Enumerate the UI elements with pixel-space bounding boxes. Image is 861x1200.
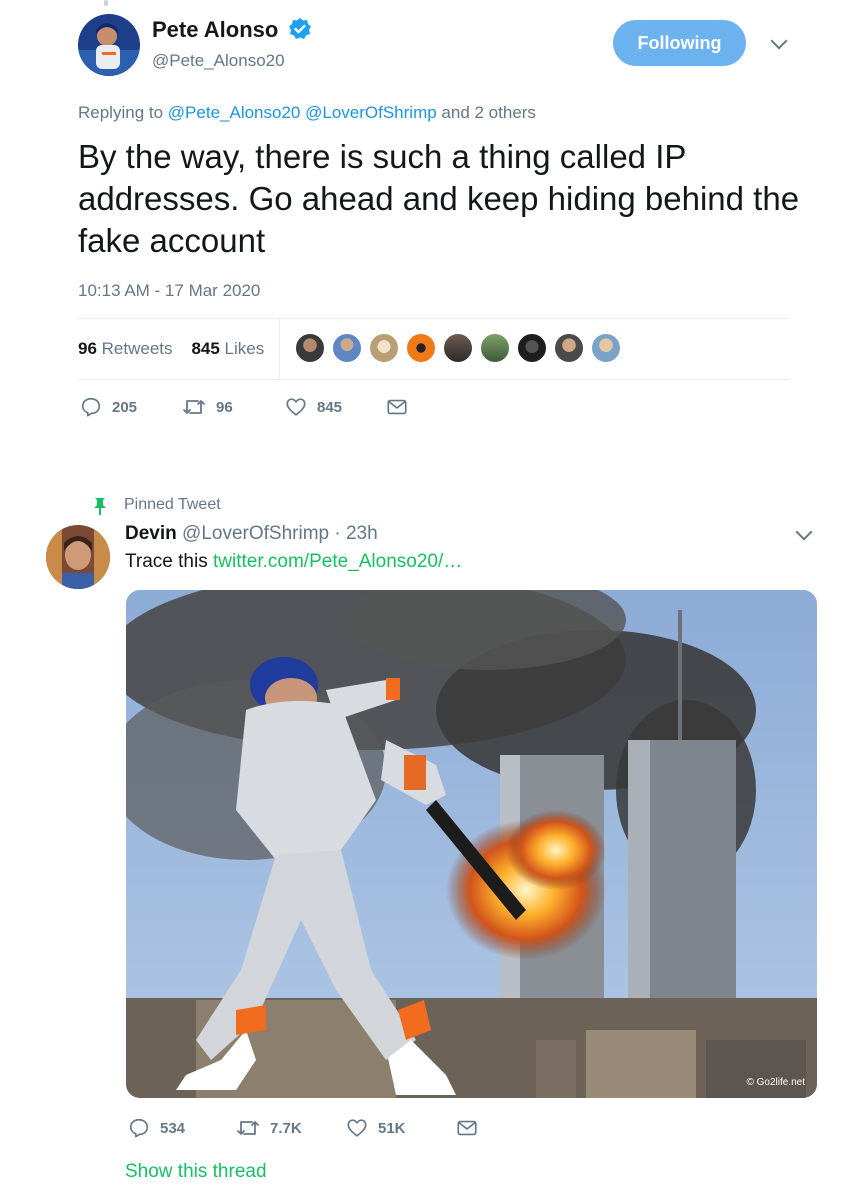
- pin-icon: [91, 496, 109, 521]
- retweet-action[interactable]: 7.7K: [236, 1117, 302, 1139]
- reply-mention-link[interactable]: @Pete_Alonso20: [168, 103, 301, 122]
- chevron-down-icon[interactable]: [770, 32, 788, 50]
- replying-to-label: Replying to: [78, 103, 164, 122]
- tweet-photo[interactable]: © Go2life.net: [126, 590, 817, 1098]
- reply-action[interactable]: 534: [128, 1117, 185, 1139]
- author-handle[interactable]: @Pete_Alonso20: [152, 51, 285, 71]
- author-avatar[interactable]: [78, 14, 140, 76]
- like-action[interactable]: 51K: [346, 1117, 406, 1139]
- following-button[interactable]: Following: [613, 20, 746, 66]
- likes-label: Likes: [224, 339, 265, 358]
- divider: [78, 379, 790, 380]
- pinned-tweet-link[interactable]: twitter.com/Pete_Alonso20/…: [213, 551, 462, 572]
- liker-avatar[interactable]: [479, 332, 511, 364]
- envelope-icon: [457, 1120, 477, 1136]
- tweet-stats: 96 Retweets 845 Likes: [78, 339, 264, 359]
- pinned-author-name[interactable]: Devin: [125, 523, 177, 544]
- retweets-stat[interactable]: 96 Retweets: [78, 339, 173, 358]
- envelope-icon: [387, 399, 407, 415]
- pinned-text-prefix: Trace this: [125, 551, 208, 572]
- reply-icon: [129, 1118, 149, 1138]
- profile-header-dot: [104, 0, 108, 6]
- author-name[interactable]: Pete Alonso: [152, 17, 278, 43]
- retweet-count: 7.7K: [270, 1119, 302, 1137]
- pinned-tweet-text: Trace this twitter.com/Pete_Alonso20/…: [125, 551, 462, 573]
- reply-count: 534: [160, 1119, 186, 1137]
- liker-avatar[interactable]: [590, 332, 622, 364]
- show-thread-link[interactable]: Show this thread: [125, 1161, 267, 1183]
- liker-avatar[interactable]: [294, 332, 326, 364]
- pinned-author-line: Devin @LoverOfShrimp · 23h: [125, 523, 378, 545]
- reply-mention-link[interactable]: @LoverOfShrimp: [305, 103, 437, 122]
- retweet-count: 96: [216, 398, 233, 416]
- liker-avatars[interactable]: [294, 332, 624, 364]
- like-count: 845: [317, 398, 343, 416]
- liker-avatar[interactable]: [331, 332, 363, 364]
- reply-others-label[interactable]: and 2 others: [441, 103, 536, 122]
- likes-stat[interactable]: 845 Likes: [191, 339, 264, 358]
- tweet-timestamp[interactable]: 10:13 AM - 17 Mar 2020: [78, 281, 260, 301]
- chevron-down-icon[interactable]: [795, 523, 813, 541]
- heart-icon: [347, 1119, 367, 1137]
- verified-badge-icon: [288, 17, 312, 46]
- replying-to-line: Replying to @Pete_Alonso20 @LoverOfShrim…: [78, 103, 536, 123]
- liker-avatar[interactable]: [442, 332, 474, 364]
- likes-count: 845: [191, 339, 220, 358]
- retweet-action[interactable]: 96: [182, 396, 233, 418]
- heart-icon: [286, 398, 306, 416]
- tweet-text: By the way, there is such a thing called…: [78, 138, 800, 259]
- retweet-icon: [237, 1121, 259, 1135]
- retweets-count: 96: [78, 339, 97, 358]
- retweets-label: Retweets: [101, 339, 173, 358]
- stats-separator: [279, 319, 280, 379]
- pinned-tweet-time[interactable]: · 23h: [334, 523, 377, 544]
- retweet-icon: [183, 400, 205, 414]
- liker-avatar[interactable]: [405, 332, 437, 364]
- liker-avatar[interactable]: [368, 332, 400, 364]
- pinned-author-handle[interactable]: @LoverOfShrimp: [182, 523, 329, 544]
- photo-credit: © Go2life.net: [746, 1077, 805, 1088]
- direct-message-action[interactable]: [386, 396, 408, 418]
- reply-count: 205: [112, 398, 138, 416]
- reply-icon: [81, 397, 101, 417]
- liker-avatar[interactable]: [553, 332, 585, 364]
- pinned-tweet-label: Pinned Tweet: [124, 496, 221, 513]
- liker-avatar[interactable]: [516, 332, 548, 364]
- like-action[interactable]: 845: [285, 396, 342, 418]
- devin-avatar[interactable]: [46, 525, 110, 589]
- divider: [78, 318, 790, 319]
- direct-message-action[interactable]: [456, 1117, 478, 1139]
- like-count: 51K: [378, 1119, 406, 1137]
- reply-action[interactable]: 205: [80, 396, 137, 418]
